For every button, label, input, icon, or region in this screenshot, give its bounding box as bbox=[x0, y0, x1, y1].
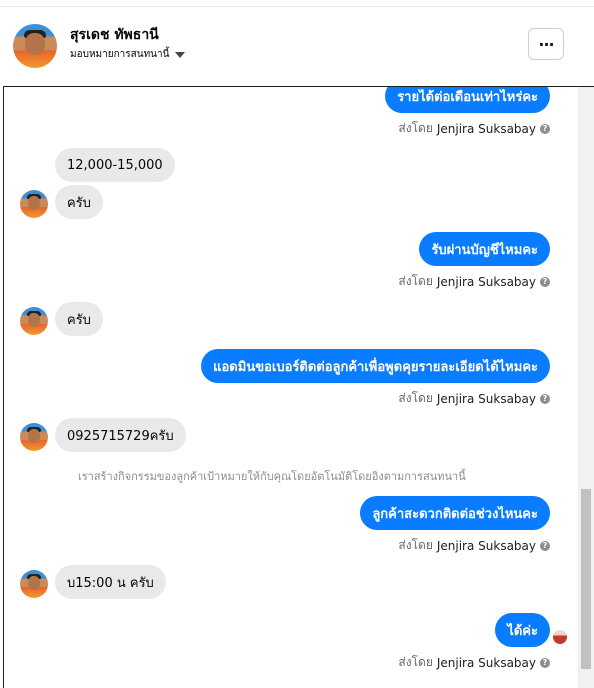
more-options-button[interactable]: ··· bbox=[528, 28, 564, 60]
sent-by-label: ส่งโดย Jenjira Suksabay ? bbox=[398, 653, 550, 672]
conversation-header: สุรเดช ทัพธานี มอบหมายการสนทนานี้ ··· bbox=[0, 7, 594, 85]
outgoing-message[interactable]: ลูกค้าสะดวกติดต่อช่วงไหนคะ bbox=[360, 496, 550, 530]
outgoing-message[interactable]: รับผ่านบัญชีไหมคะ bbox=[419, 232, 550, 266]
sent-by-label: ส่งโดย Jenjira Suksabay ? bbox=[398, 536, 550, 555]
help-circle-icon[interactable]: ? bbox=[540, 123, 550, 134]
sent-by-label: ส่งโดย Jenjira Suksabay ? bbox=[398, 272, 550, 291]
incoming-message[interactable]: ครับ bbox=[55, 302, 103, 336]
sender-avatar[interactable] bbox=[20, 190, 48, 218]
sent-by-label: ส่งโดย Jenjira Suksabay ? bbox=[398, 119, 550, 138]
help-circle-icon[interactable]: ? bbox=[540, 393, 550, 404]
contact-avatar[interactable] bbox=[13, 24, 57, 68]
contact-name[interactable]: สุรเดช ทัพธานี bbox=[70, 24, 159, 46]
message-thread[interactable]: รายได้ต่อเดือนเท่าไหร่คะ ส่งโดย Jenjira S… bbox=[3, 86, 594, 688]
incoming-message[interactable]: 0925715729ครับ bbox=[55, 418, 186, 452]
incoming-message[interactable]: 12,000-15,000 bbox=[55, 148, 175, 182]
sender-avatar[interactable] bbox=[20, 570, 48, 598]
sender-avatar[interactable] bbox=[20, 307, 48, 335]
incoming-message[interactable]: ครับ bbox=[55, 185, 103, 219]
scrollbar-thumb[interactable] bbox=[581, 489, 591, 669]
incoming-message[interactable]: บ15:00 น ครับ bbox=[55, 565, 166, 599]
assign-label: มอบหมายการสนทนานี้ bbox=[70, 49, 170, 60]
sender-avatar[interactable] bbox=[20, 423, 48, 451]
system-note: เราสร้างกิจกรรมของลูกค้าเป้าหมายให้กับคุ… bbox=[78, 470, 466, 483]
help-circle-icon[interactable]: ? bbox=[540, 540, 550, 551]
seen-avatar bbox=[553, 630, 567, 644]
sent-by-label: ส่งโดย Jenjira Suksabay ? bbox=[398, 389, 550, 408]
outgoing-message[interactable]: ได้ค่ะ bbox=[495, 613, 550, 647]
help-circle-icon[interactable]: ? bbox=[540, 276, 550, 287]
outgoing-message[interactable]: แอดมินขอเบอร์ติดต่อลูกค้าเพื่อพูดคุยรายล… bbox=[201, 349, 550, 383]
more-horizontal-icon: ··· bbox=[538, 34, 554, 54]
help-circle-icon[interactable]: ? bbox=[540, 657, 550, 668]
caret-down-icon bbox=[175, 51, 186, 58]
assign-conversation-dropdown[interactable]: มอบหมายการสนทนานี้ bbox=[70, 47, 186, 62]
outgoing-message[interactable]: รายได้ต่อเดือนเท่าไหร่คะ bbox=[385, 87, 550, 113]
